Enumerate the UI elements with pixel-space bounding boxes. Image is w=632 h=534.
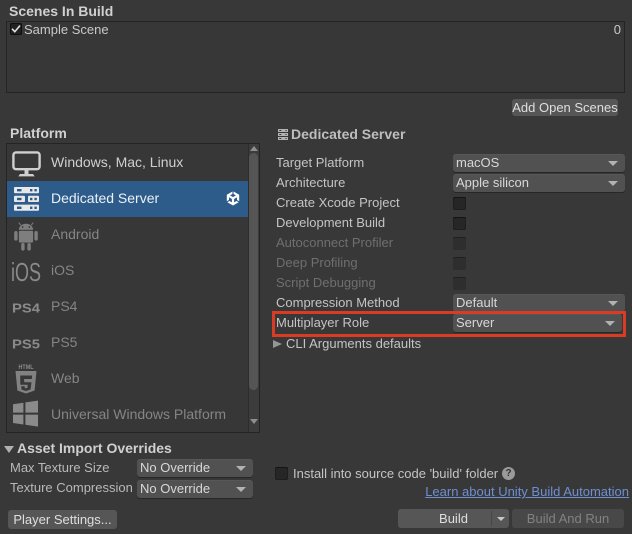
svg-text:PS5: PS5 <box>12 339 40 350</box>
svg-text:PS4: PS4 <box>12 303 41 314</box>
svg-text:HTML: HTML <box>19 365 34 371</box>
svg-text:iOS: iOS <box>11 261 41 285</box>
